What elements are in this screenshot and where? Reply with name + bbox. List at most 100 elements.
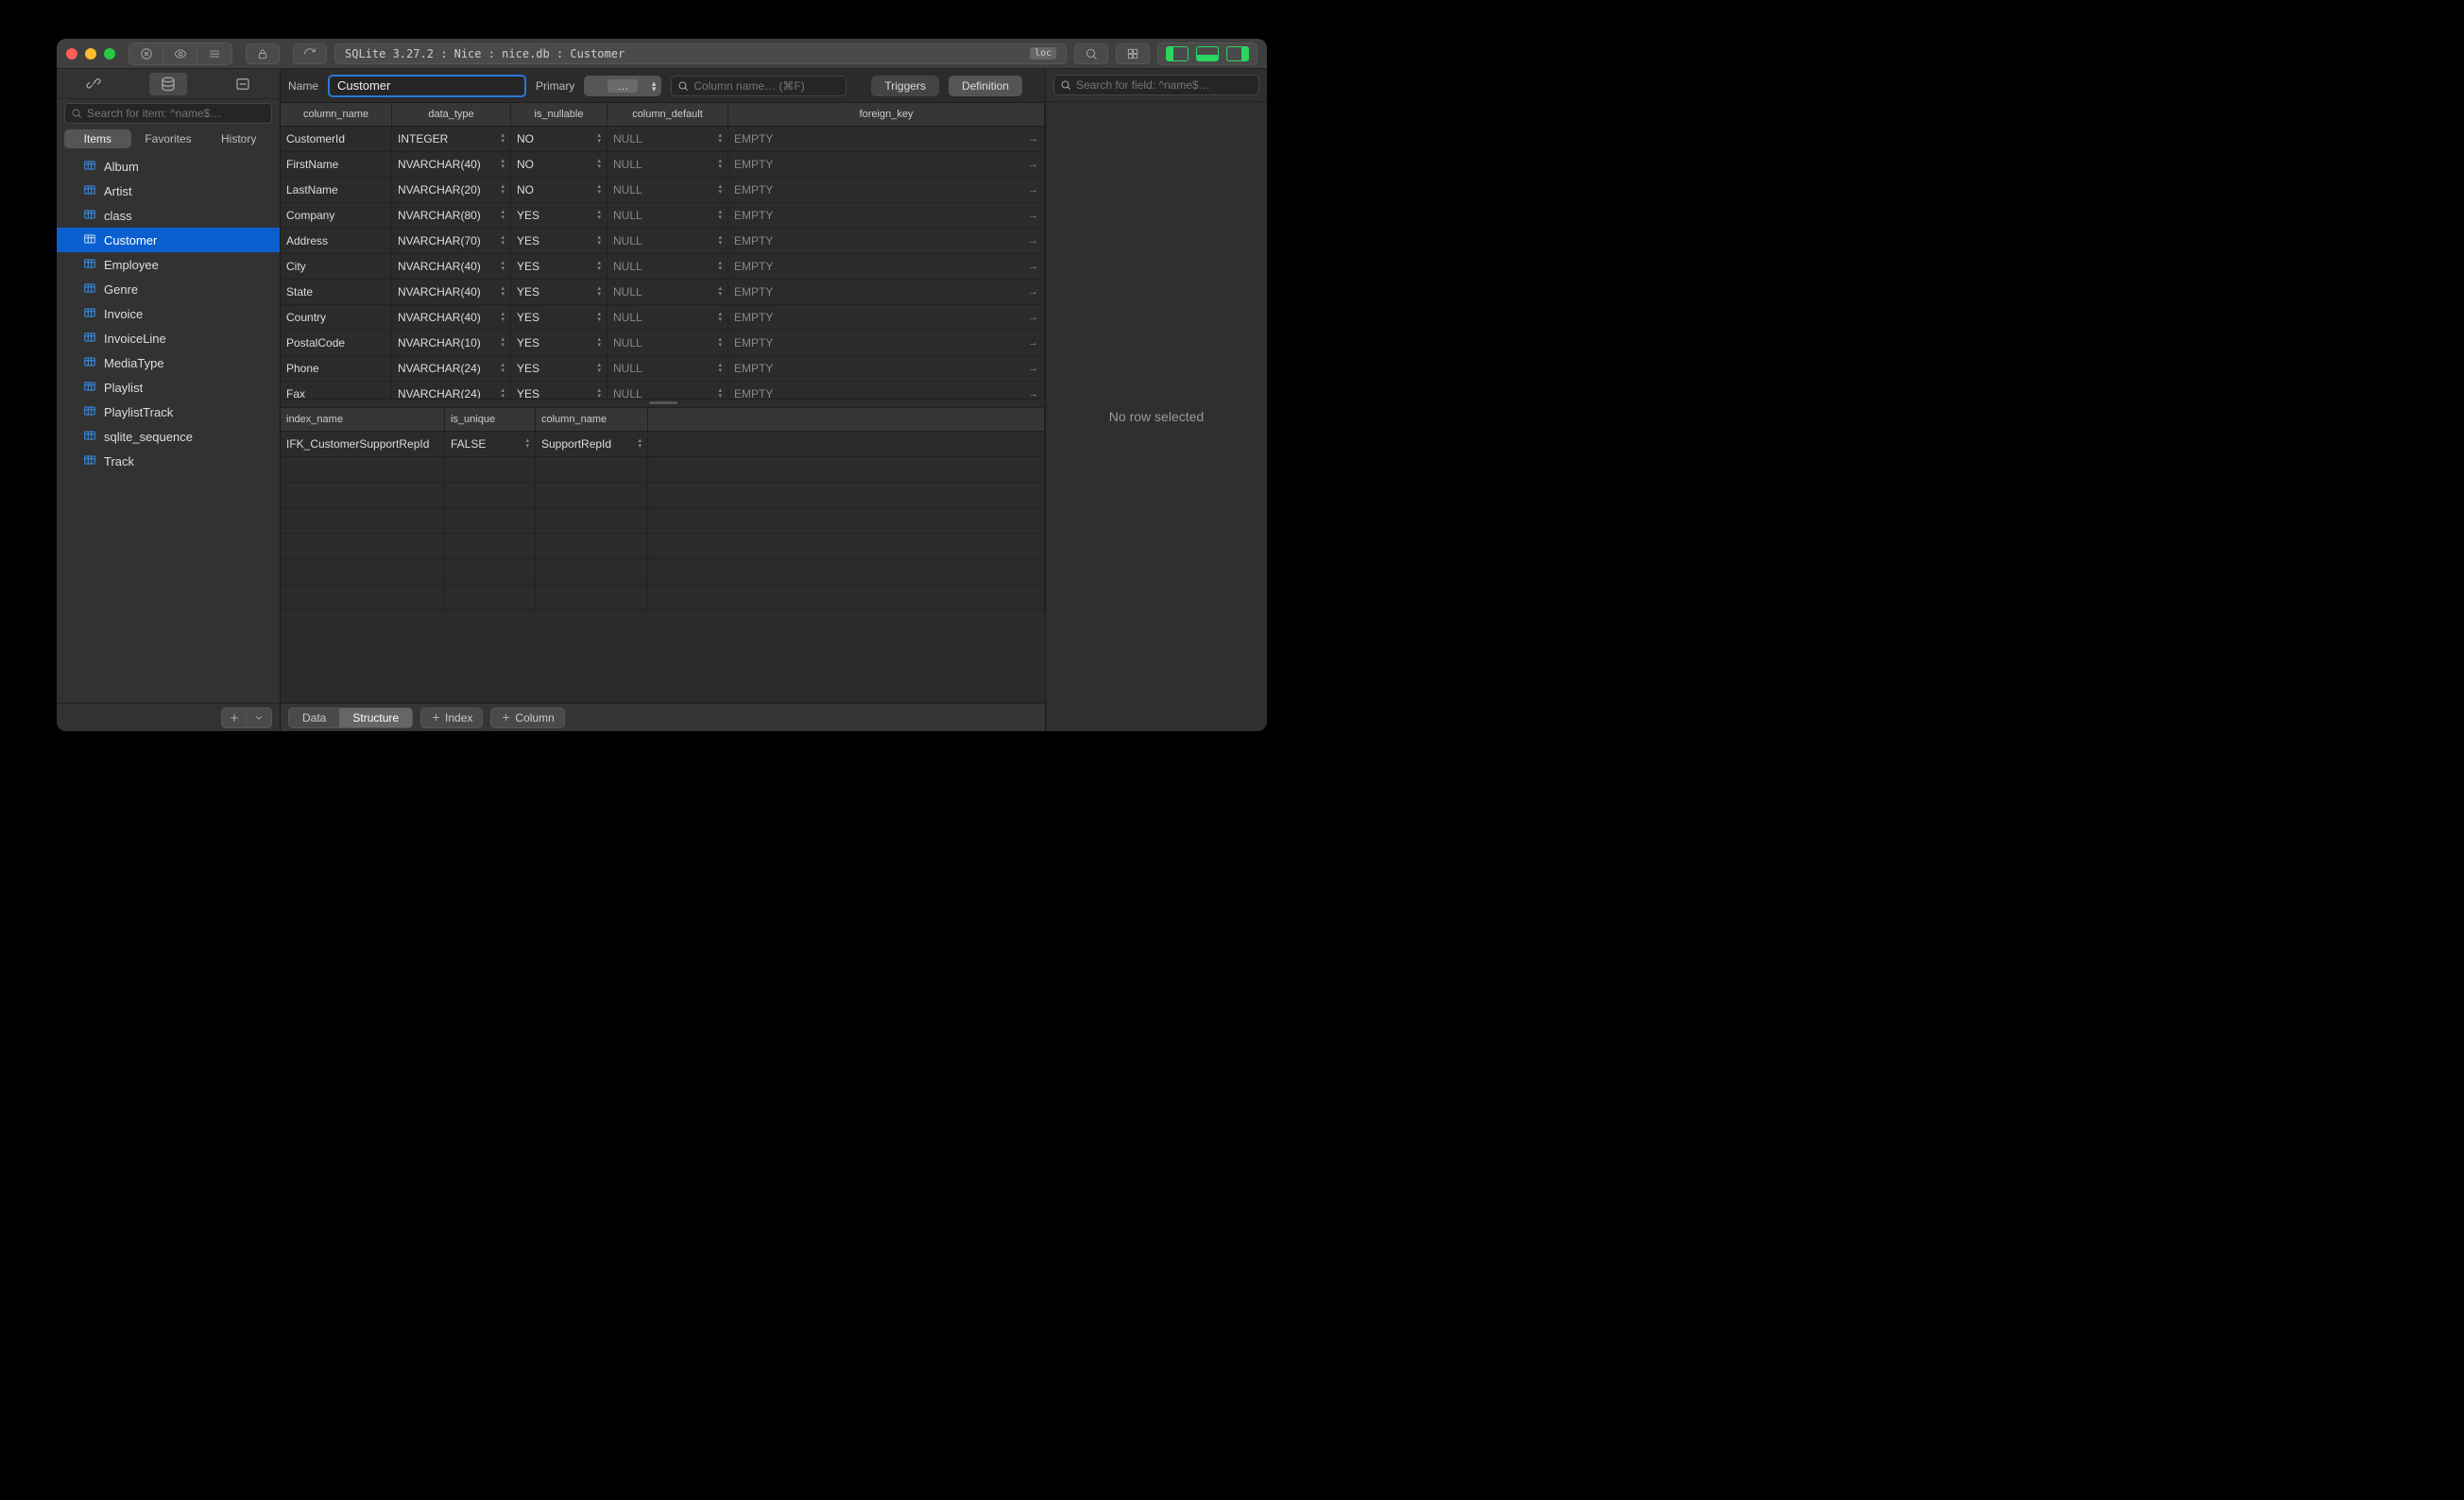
column-row[interactable]: LastNameNVARCHAR(20)▴▾NO▴▾NULL▴▾EMPTY→ xyxy=(281,178,1045,203)
cell-nullable[interactable]: YES▴▾ xyxy=(511,254,607,279)
cell-type[interactable]: NVARCHAR(24)▴▾ xyxy=(392,356,511,381)
cell-name[interactable]: Phone xyxy=(281,356,392,381)
inspector-search-input[interactable] xyxy=(1076,78,1253,92)
path-bar[interactable]: SQLite 3.27.2 : Nice : nice.db : Custome… xyxy=(334,43,1067,64)
sidebar-item[interactable]: Artist xyxy=(57,179,280,203)
cell-fk[interactable]: EMPTY→ xyxy=(728,356,1045,381)
stepper-icon[interactable]: ▴▾ xyxy=(501,312,505,323)
arrow-right-icon[interactable]: → xyxy=(1028,261,1038,272)
cell-default[interactable]: NULL▴▾ xyxy=(607,152,728,177)
cell-name[interactable]: LastName xyxy=(281,178,392,202)
arrow-right-icon[interactable]: → xyxy=(1028,312,1038,323)
cell-fk[interactable]: EMPTY→ xyxy=(728,127,1045,151)
arrow-right-icon[interactable]: → xyxy=(1028,337,1038,349)
cell-default[interactable]: NULL▴▾ xyxy=(607,331,728,355)
stepper-icon[interactable]: ▴▾ xyxy=(718,337,722,349)
close-tab-button[interactable] xyxy=(129,43,163,64)
column-row[interactable]: AddressNVARCHAR(70)▴▾YES▴▾NULL▴▾EMPTY→ xyxy=(281,229,1045,254)
cell-name[interactable]: FirstName xyxy=(281,152,392,177)
stepper-icon[interactable]: ▴▾ xyxy=(501,337,505,349)
cell-index-col[interactable]: SupportRepId▴▾ xyxy=(536,432,648,456)
toggle-bottom-panel[interactable] xyxy=(1196,46,1219,61)
column-row[interactable]: PhoneNVARCHAR(24)▴▾YES▴▾NULL▴▾EMPTY→ xyxy=(281,356,1045,382)
stepper-icon[interactable]: ▴▾ xyxy=(501,133,505,145)
arrow-right-icon[interactable]: → xyxy=(1028,286,1038,298)
cell-name[interactable]: State xyxy=(281,280,392,304)
stepper-icon[interactable]: ▴▾ xyxy=(501,388,505,399)
sidebar-item[interactable]: class xyxy=(57,203,280,228)
arrow-right-icon[interactable]: → xyxy=(1028,159,1038,170)
idx-header-unique[interactable]: is_unique xyxy=(445,408,536,431)
horizontal-splitter[interactable] xyxy=(281,399,1045,408)
cell-nullable[interactable]: YES▴▾ xyxy=(511,382,607,399)
inspector-search[interactable] xyxy=(1053,75,1259,95)
cell-fk[interactable]: EMPTY→ xyxy=(728,280,1045,304)
cell-default[interactable]: NULL▴▾ xyxy=(607,203,728,228)
stepper-icon[interactable]: ▴▾ xyxy=(597,363,601,374)
column-row[interactable]: FirstNameNVARCHAR(40)▴▾NO▴▾NULL▴▾EMPTY→ xyxy=(281,152,1045,178)
cell-default[interactable]: NULL▴▾ xyxy=(607,127,728,151)
sidebar-mode-db[interactable] xyxy=(149,73,187,95)
arrow-right-icon[interactable]: → xyxy=(1028,388,1038,399)
definition-button[interactable]: Definition xyxy=(949,76,1022,96)
cell-default[interactable]: NULL▴▾ xyxy=(607,229,728,253)
cell-type[interactable]: NVARCHAR(40)▴▾ xyxy=(392,305,511,330)
idx-header-col[interactable]: column_name xyxy=(536,408,648,431)
search-button[interactable] xyxy=(1074,43,1108,64)
stepper-icon[interactable]: ▴▾ xyxy=(718,363,722,374)
arrow-right-icon[interactable]: → xyxy=(1028,184,1038,196)
tab-history[interactable]: History xyxy=(205,129,272,148)
arrow-right-icon[interactable]: → xyxy=(1028,133,1038,145)
cell-nullable[interactable]: YES▴▾ xyxy=(511,280,607,304)
stepper-icon[interactable]: ▴▾ xyxy=(597,210,601,221)
stepper-icon[interactable]: ▴▾ xyxy=(597,286,601,298)
column-search-input[interactable] xyxy=(693,79,840,93)
add-column-button[interactable]: Column xyxy=(490,707,564,728)
sidebar-item[interactable]: Invoice xyxy=(57,301,280,326)
cell-fk[interactable]: EMPTY→ xyxy=(728,331,1045,355)
stepper-icon[interactable]: ▴▾ xyxy=(501,210,505,221)
cell-type[interactable]: NVARCHAR(10)▴▾ xyxy=(392,331,511,355)
column-row[interactable]: PostalCodeNVARCHAR(10)▴▾YES▴▾NULL▴▾EMPTY… xyxy=(281,331,1045,356)
cell-fk[interactable]: EMPTY→ xyxy=(728,203,1045,228)
column-row[interactable]: StateNVARCHAR(40)▴▾YES▴▾NULL▴▾EMPTY→ xyxy=(281,280,1045,305)
tab-favorites[interactable]: Favorites xyxy=(135,129,202,148)
stepper-icon[interactable]: ▴▾ xyxy=(597,261,601,272)
stepper-icon[interactable]: ▴▾ xyxy=(718,133,722,145)
toggle-right-panel[interactable] xyxy=(1226,46,1249,61)
stepper-icon[interactable]: ▴▾ xyxy=(718,261,722,272)
col-header-name[interactable]: column_name xyxy=(281,103,392,126)
sidebar-item[interactable]: sqlite_sequence xyxy=(57,424,280,449)
triggers-button[interactable]: Triggers xyxy=(871,76,939,96)
stepper-icon[interactable]: ▴▾ xyxy=(597,337,601,349)
sidebar-search[interactable] xyxy=(64,103,272,124)
stepper-icon[interactable]: ▴▾ xyxy=(597,184,601,196)
view-button[interactable] xyxy=(163,43,197,64)
sidebar-item[interactable]: Employee xyxy=(57,252,280,277)
cell-name[interactable]: CustomerId xyxy=(281,127,392,151)
stepper-icon[interactable]: ▴▾ xyxy=(718,286,722,298)
stepper-icon[interactable]: ▴▾ xyxy=(638,438,642,450)
stepper-icon[interactable]: ▴▾ xyxy=(597,133,601,145)
cell-fk[interactable]: EMPTY→ xyxy=(728,152,1045,177)
sidebar-item[interactable]: Track xyxy=(57,449,280,473)
cell-name[interactable]: Country xyxy=(281,305,392,330)
cell-name[interactable]: Company xyxy=(281,203,392,228)
stepper-icon[interactable]: ▴▾ xyxy=(718,210,722,221)
list-button[interactable] xyxy=(197,43,231,64)
stepper-icon[interactable]: ▴▾ xyxy=(501,235,505,247)
stepper-icon[interactable]: ▴▾ xyxy=(525,438,529,450)
cell-default[interactable]: NULL▴▾ xyxy=(607,178,728,202)
cell-index-unique[interactable]: FALSE▴▾ xyxy=(445,432,536,456)
cell-default[interactable]: NULL▴▾ xyxy=(607,382,728,399)
sidebar-search-input[interactable] xyxy=(87,107,265,120)
toggle-left-panel[interactable] xyxy=(1166,46,1189,61)
stepper-icon[interactable]: ▴▾ xyxy=(597,235,601,247)
cell-nullable[interactable]: YES▴▾ xyxy=(511,203,607,228)
stepper-icon[interactable]: ▴▾ xyxy=(718,388,722,399)
table-name-input[interactable] xyxy=(328,75,526,97)
col-header-fk[interactable]: foreign_key xyxy=(728,103,1045,126)
sidebar-add-button[interactable] xyxy=(222,708,247,727)
grid-button[interactable] xyxy=(1116,43,1150,64)
cell-nullable[interactable]: NO▴▾ xyxy=(511,152,607,177)
